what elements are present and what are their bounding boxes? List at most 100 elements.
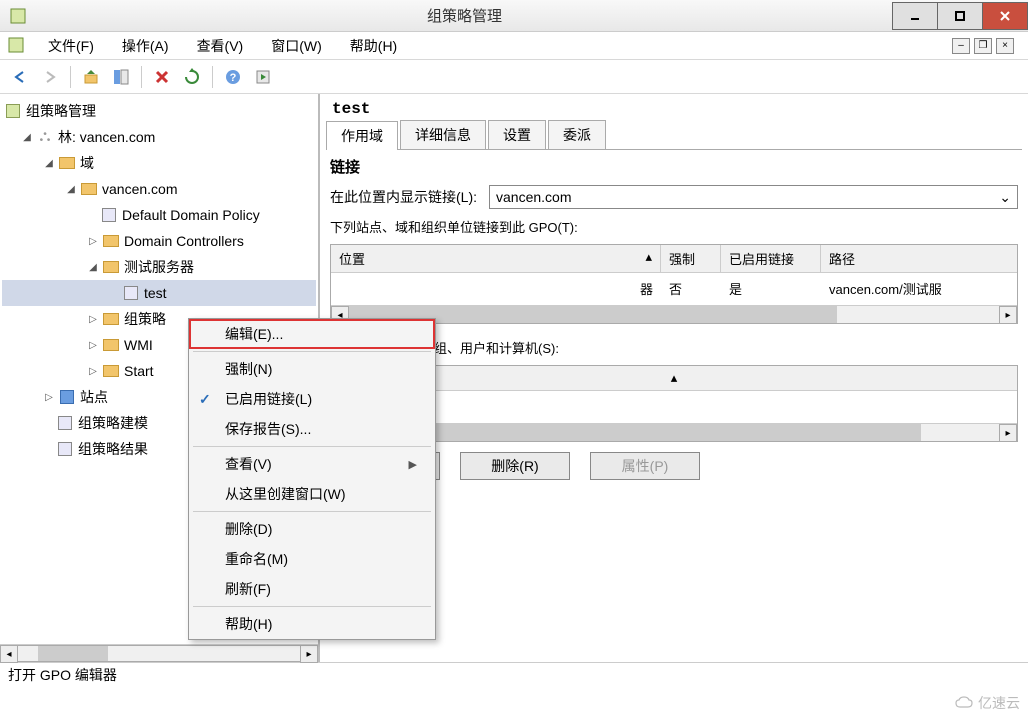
svg-text:?: ? xyxy=(230,72,237,84)
tab-settings[interactable]: 设置 xyxy=(488,120,546,149)
tree-dc[interactable]: ▷Domain Controllers xyxy=(2,228,316,254)
mdi-restore[interactable]: ❐ xyxy=(974,38,992,54)
check-icon: ✓ xyxy=(199,391,211,408)
mmc-icon xyxy=(8,37,26,55)
col-link-enabled[interactable]: 已启用链接 xyxy=(721,245,821,272)
grid-row[interactable]: 器 否 是 vancen.com/测试服 xyxy=(331,273,1017,305)
tree-gpo-test-label: test xyxy=(144,285,167,301)
scroll-left-button[interactable]: ◂ xyxy=(0,645,18,663)
tree-domain-label: vancen.com xyxy=(102,181,177,197)
col-location[interactable]: 位置▴ xyxy=(331,245,661,272)
tree-ou[interactable]: ◢ 测试服务器 xyxy=(2,254,316,280)
chevron-right-icon[interactable]: ▷ xyxy=(42,390,56,404)
grid-header: 位置▴ 强制 已启用链接 路径 xyxy=(331,245,1017,273)
cm-view[interactable]: 查看(V)▶ xyxy=(189,449,435,479)
tree-hscroll[interactable]: ◂ ▸ xyxy=(0,644,318,662)
properties-button[interactable]: 属性(P) xyxy=(590,452,700,480)
scroll-track[interactable] xyxy=(18,645,300,662)
links-desc: 下列站点、域和组织单位链接到此 GPO(T): xyxy=(330,217,1018,236)
tabs: 作用域 详细信息 设置 委派 xyxy=(326,120,1022,150)
refresh-button[interactable] xyxy=(178,64,206,90)
tab-scope[interactable]: 作用域 xyxy=(326,121,398,150)
tab-details[interactable]: 详细信息 xyxy=(400,120,486,149)
up-button[interactable] xyxy=(77,64,105,90)
remove-button[interactable]: 删除(R) xyxy=(460,452,570,480)
location-combo[interactable]: vancen.com ⌄ xyxy=(489,185,1018,209)
context-menu: 编辑(E)... 强制(N) ✓已启用链接(L) 保存报告(S)... 查看(V… xyxy=(188,318,436,640)
cell-location: 器 xyxy=(331,273,661,305)
chevron-down-icon[interactable]: ◢ xyxy=(42,156,56,170)
scroll-thumb[interactable] xyxy=(38,646,108,661)
menu-help[interactable]: 帮助(H) xyxy=(336,33,411,59)
tree-modeling-label: 组策略建模 xyxy=(78,413,148,433)
chevron-right-icon[interactable]: ▷ xyxy=(86,234,100,248)
mdi-close[interactable]: × xyxy=(996,38,1014,54)
cm-enforced[interactable]: 强制(N) xyxy=(189,354,435,384)
cm-help[interactable]: 帮助(H) xyxy=(189,609,435,639)
chevron-right-icon[interactable]: ▷ xyxy=(86,312,100,326)
cm-refresh[interactable]: 刷新(F) xyxy=(189,574,435,604)
cm-edit[interactable]: 编辑(E)... xyxy=(189,319,435,349)
location-combo-value: vancen.com xyxy=(496,189,571,205)
menu-window[interactable]: 窗口(W) xyxy=(257,33,336,59)
tree-sites-label: 站点 xyxy=(80,387,108,407)
back-button[interactable] xyxy=(6,64,34,90)
menubar: 文件(F) 操作(A) 查看(V) 窗口(W) 帮助(H) – ❐ × xyxy=(0,32,1028,60)
tab-delegation[interactable]: 委派 xyxy=(548,120,606,149)
col-enforced[interactable]: 强制 xyxy=(661,245,721,272)
titlebar: 组策略管理 xyxy=(0,0,1028,32)
tree-forest-label: 林: vancen.com xyxy=(58,127,155,147)
tree-domains-label: 域 xyxy=(80,153,94,173)
cell-path: vancen.com/测试服 xyxy=(821,273,1017,305)
gpo-title: test xyxy=(326,98,1022,120)
run-button[interactable] xyxy=(249,64,277,90)
cm-delete[interactable]: 删除(D) xyxy=(189,514,435,544)
col-path[interactable]: 路径 xyxy=(821,245,1017,272)
tree-default-policy[interactable]: Default Domain Policy xyxy=(2,202,316,228)
sort-indicator: ▴ xyxy=(645,249,652,268)
tree-domain[interactable]: ◢ vancen.com xyxy=(2,176,316,202)
delete-button[interactable] xyxy=(148,64,176,90)
tree-wmi-label: WMI xyxy=(124,337,153,353)
tree-root[interactable]: 组策略管理 xyxy=(2,98,316,124)
chevron-down-icon[interactable]: ◢ xyxy=(64,182,78,196)
tree-domains[interactable]: ◢域 xyxy=(2,150,316,176)
watermark-text: 亿速云 xyxy=(978,693,1020,713)
scroll-right-button[interactable]: ▸ xyxy=(300,645,318,663)
chevron-right-icon[interactable]: ▷ xyxy=(86,364,100,378)
window-controls xyxy=(893,2,1028,30)
chevron-down-icon[interactable]: ◢ xyxy=(86,260,100,274)
toolbar: ? xyxy=(0,60,1028,94)
forward-button[interactable] xyxy=(36,64,64,90)
chevron-right-icon: ▶ xyxy=(409,458,417,471)
display-links-label: 在此位置内显示链接(L): xyxy=(330,187,477,207)
cm-link-enabled[interactable]: ✓已启用链接(L) xyxy=(189,384,435,414)
tree-forest[interactable]: ◢⛬林: vancen.com xyxy=(2,124,316,150)
menu-file[interactable]: 文件(F) xyxy=(34,33,108,59)
tree-gpo-test[interactable]: test xyxy=(2,280,316,306)
tree-results-label: 组策略结果 xyxy=(78,439,148,459)
menu-action[interactable]: 操作(A) xyxy=(108,33,183,59)
chevron-down-icon: ⌄ xyxy=(999,189,1011,206)
scroll-right-button[interactable]: ▸ xyxy=(999,424,1017,442)
statusbar: 打开 GPO 编辑器 xyxy=(0,662,1028,686)
mdi-minimize[interactable]: – xyxy=(952,38,970,54)
chevron-right-icon[interactable]: ▷ xyxy=(86,338,100,352)
close-button[interactable] xyxy=(982,2,1028,30)
show-hide-tree-button[interactable] xyxy=(107,64,135,90)
window-title: 组策略管理 xyxy=(36,5,893,26)
tree-ou-label: 测试服务器 xyxy=(124,257,194,277)
menu-view[interactable]: 查看(V) xyxy=(183,33,258,59)
scroll-right-button[interactable]: ▸ xyxy=(999,306,1017,324)
maximize-button[interactable] xyxy=(937,2,983,30)
help-button[interactable]: ? xyxy=(219,64,247,90)
cm-save-report[interactable]: 保存报告(S)... xyxy=(189,414,435,444)
cm-rename[interactable]: 重命名(M) xyxy=(189,544,435,574)
cell-enforced: 否 xyxy=(661,273,721,305)
cm-new-window[interactable]: 从这里创建窗口(W) xyxy=(189,479,435,509)
tree-start-label: Start xyxy=(124,363,154,379)
cloud-icon xyxy=(954,695,974,711)
section-links: 链接 xyxy=(330,156,1018,177)
minimize-button[interactable] xyxy=(892,2,938,30)
chevron-down-icon[interactable]: ◢ xyxy=(20,130,34,144)
